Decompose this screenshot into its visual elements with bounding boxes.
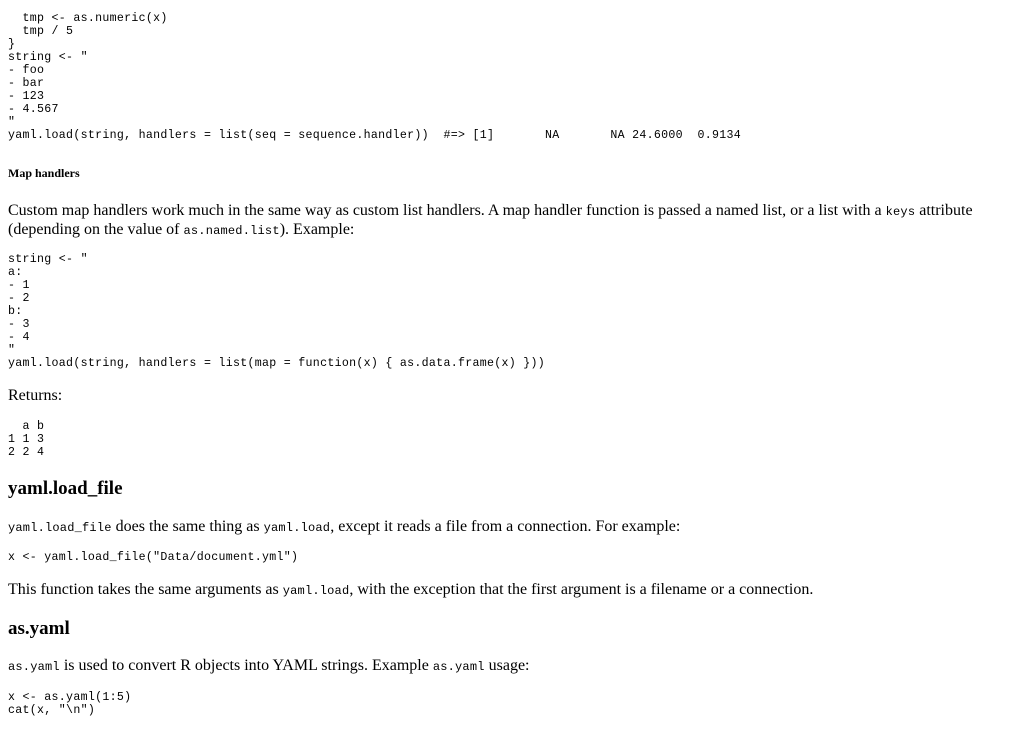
inline-code: as.named.list [183, 224, 280, 238]
inline-code: yaml.load [282, 584, 350, 598]
inline-code: as.yaml [8, 660, 60, 674]
inline-code: yaml.load [263, 521, 331, 535]
inline-code: as.yaml [432, 660, 485, 674]
paragraph-text: , except it reads a file from a connecti… [330, 518, 681, 535]
paragraph-text: usage: [484, 657, 530, 674]
inline-code: yaml.load_file [8, 521, 112, 535]
map-handlers-paragraph: Custom map handlers work much in the sam… [8, 202, 1008, 240]
code-line-load-file-example: x <- yaml.load_file("Data/document.yml") [8, 551, 299, 564]
section-heading-as-yaml: as.yaml [8, 618, 70, 639]
code-line-seq-call: yaml.load(string, handlers = list(seq = … [8, 129, 741, 142]
paragraph-text: is used to convert R objects into YAML s… [59, 657, 433, 674]
paragraph-text: Custom map handlers work much in the sam… [8, 202, 886, 219]
inline-code: keys [885, 205, 916, 219]
paragraph-text: , with the exception that the first argu… [349, 581, 814, 598]
load-file-arguments-paragraph: This function takes the same arguments a… [8, 581, 813, 600]
code-block-returns-output: a b 1 1 3 2 2 4 [8, 420, 45, 459]
load-file-paragraph: yaml.load_file does the same thing as ya… [8, 518, 680, 537]
code-block-as-yaml-example: x <- as.yaml(1:5) cat(x, "\n") [8, 691, 132, 717]
code-block-sequence-handler: tmp <- as.numeric(x) tmp / 5 } string <-… [8, 12, 168, 129]
paragraph-text: This function takes the same arguments a… [8, 581, 283, 598]
code-block-map-example: string <- " a: - 1 - 2 b: - 3 - 4 " yaml… [8, 253, 546, 370]
section-heading-yaml-load-file: yaml.load_file [8, 478, 123, 499]
returns-label: Returns: [8, 387, 63, 404]
paragraph-text: does the same thing as [111, 518, 264, 535]
section-heading-map-handlers: Map handlers [8, 166, 80, 180]
paragraph-text: ). Example: [279, 221, 355, 238]
as-yaml-paragraph: as.yaml is used to convert R objects int… [8, 657, 530, 676]
